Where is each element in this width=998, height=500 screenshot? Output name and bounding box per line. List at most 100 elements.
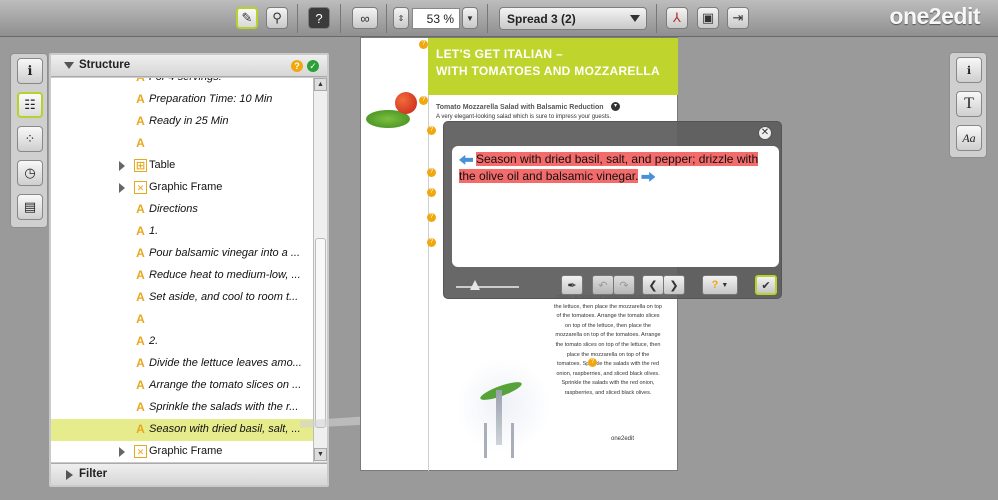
redo-button[interactable]: ↷ xyxy=(613,275,635,295)
tree-graphic-frame-item[interactable]: ✕ Graphic Frame xyxy=(51,441,313,462)
table-icon: ⊞ xyxy=(134,159,147,172)
chevron-down-icon: ▼ xyxy=(466,13,474,23)
zoom-dropdown[interactable]: ▼ xyxy=(462,7,478,29)
help-marker-icon[interactable]: ? xyxy=(427,168,436,177)
next-text-arrow-icon[interactable] xyxy=(641,171,656,182)
help-marker-icon[interactable]: ? xyxy=(427,126,436,135)
tree-text-item[interactable]: A 2. xyxy=(51,331,313,353)
tree-item-label: 2. xyxy=(149,335,159,347)
tree-text-item[interactable]: AFor 4 servings: xyxy=(51,78,313,89)
size-slider-track[interactable] xyxy=(456,286,519,288)
save-button[interactable]: ▣ xyxy=(697,7,719,29)
tree-text-item[interactable]: A Reduce heat to medium-low, ... xyxy=(51,265,313,287)
tomato-image xyxy=(395,92,417,114)
stepper-icon: ⇕ xyxy=(397,13,405,23)
pdf-export-button[interactable]: ⅄ xyxy=(666,7,688,29)
chevron-down-icon: ▼ xyxy=(721,281,729,289)
text-frame-icon: A xyxy=(136,422,145,436)
tree-text-item[interactable]: A xyxy=(51,133,313,155)
binoculars-icon: ∞ xyxy=(360,10,370,26)
tree-item-label: Graphic Frame xyxy=(149,181,223,193)
banner-line1: LET'S GET ITALIAN – xyxy=(436,47,564,61)
help-marker-icon[interactable]: ? xyxy=(427,238,436,247)
dropdown-marker-icon[interactable]: ▾ xyxy=(611,102,620,111)
close-button[interactable]: ✕ xyxy=(758,126,772,140)
tree-text-item[interactable]: A Directions xyxy=(51,199,313,221)
recipe-subtitle[interactable]: A very elegant-looking salad which is su… xyxy=(436,114,611,120)
expand-triangle-icon[interactable] xyxy=(119,447,125,457)
previous-text-arrow-icon[interactable] xyxy=(459,154,473,165)
search-button[interactable]: ⚲ xyxy=(266,7,288,29)
help-button[interactable]: ? xyxy=(308,7,330,29)
font-style-button[interactable]: Aa xyxy=(956,125,982,151)
tree-text-item[interactable]: A Season with dried basil, salt, ... xyxy=(51,419,313,441)
text-frame-icon: A xyxy=(136,334,145,348)
right-tool-strip: ℹ T Aa xyxy=(949,52,987,158)
help-dropdown-button[interactable]: ? ▼ xyxy=(702,275,738,295)
tree-text-item[interactable]: A Preparation Time: 10 Min xyxy=(51,89,313,111)
help-marker-icon[interactable]: ? xyxy=(419,40,428,49)
scroll-thumb[interactable] xyxy=(315,238,326,428)
expand-triangle-icon[interactable] xyxy=(119,161,125,171)
help-marker-icon[interactable]: ? xyxy=(588,358,597,367)
structure-header[interactable]: Structure ? ✓ xyxy=(51,55,327,77)
text-frame-icon: A xyxy=(134,78,147,84)
zoom-input[interactable]: 53 % xyxy=(412,8,460,29)
page-banner[interactable]: LET'S GET ITALIAN – WITH TOMATOES AND MO… xyxy=(428,38,678,95)
help-icon: ? xyxy=(315,10,323,26)
undo-button[interactable]: ↶ xyxy=(592,275,614,295)
zoom-stepper[interactable]: ⇕ xyxy=(393,7,409,29)
tree-text-item[interactable]: A xyxy=(51,309,313,331)
tree-text-item[interactable]: A Set aside, and cool to room t... xyxy=(51,287,313,309)
text-editor-area[interactable]: Season with dried basil, salt, and peppe… xyxy=(452,146,779,267)
tree-text-item[interactable]: A Pour balsamic vinegar into a ... xyxy=(51,243,313,265)
directions-column[interactable]: plates. Arrange the tomato slices on top… xyxy=(554,293,662,399)
tree-item-label: Ready in 25 Min xyxy=(149,115,229,127)
spread-select-label: Spread 3 (2) xyxy=(507,12,576,26)
expand-triangle-icon[interactable] xyxy=(119,183,125,193)
help-marker-icon[interactable]: ? xyxy=(427,213,436,222)
editor-text[interactable]: Season with dried basil, salt, and peppe… xyxy=(459,152,759,183)
confirm-button[interactable]: ✔ xyxy=(755,275,777,295)
editor-content[interactable]: Season with dried basil, salt, and peppe… xyxy=(459,151,769,185)
size-slider-knob[interactable] xyxy=(470,280,480,290)
edit-pencil-button[interactable]: ✎ xyxy=(236,7,258,29)
text-tool-button[interactable]: T xyxy=(956,91,982,117)
eyedropper-button[interactable]: ✒ xyxy=(561,275,583,295)
text-frame-icon: A xyxy=(136,290,145,304)
help-marker-icon[interactable]: ? xyxy=(427,188,436,197)
tree-text-item[interactable]: A Ready in 25 Min xyxy=(51,111,313,133)
history-button[interactable]: ◷ xyxy=(17,160,43,186)
tree-text-item[interactable]: A Sprinkle the salads with the r... xyxy=(51,397,313,419)
next-button[interactable]: ❯ xyxy=(663,275,685,295)
filter-header[interactable]: Filter xyxy=(51,463,327,485)
scroll-down-arrow[interactable]: ▼ xyxy=(314,448,327,461)
structure-button[interactable]: ☷ xyxy=(17,92,43,118)
tree-text-item[interactable]: A Arrange the tomato slices on ... xyxy=(51,375,313,397)
collapse-triangle-icon xyxy=(64,62,74,69)
left-tool-strip: ℹ ☷ ⁘ ◷ ▤ xyxy=(10,53,48,228)
pdf-icon: ⅄ xyxy=(673,10,681,25)
tree-graphic-frame-item[interactable]: ✕ Graphic Frame xyxy=(51,177,313,199)
layout-button[interactable]: ⁘ xyxy=(17,126,43,152)
recipe-title[interactable]: Tomato Mozzarella Salad with Balsamic Re… xyxy=(436,104,604,111)
tree-table-item[interactable]: ⊞ Table xyxy=(51,155,313,177)
binoculars-button[interactable]: ∞ xyxy=(352,7,378,29)
scroll-up-arrow[interactable]: ▲ xyxy=(314,78,327,91)
tree-text-item[interactable]: A Divide the lettuce leaves amo... xyxy=(51,353,313,375)
text-frame-info-button[interactable]: ℹ xyxy=(956,57,982,83)
info-button[interactable]: ℹ xyxy=(17,58,43,84)
text-editor-popup: ✕ Season with dried basil, salt, and pep… xyxy=(443,121,782,299)
comment-icon: ▤ xyxy=(23,199,37,214)
exit-button[interactable]: ⇥ xyxy=(727,7,749,29)
spread-select[interactable]: Spread 3 (2) xyxy=(499,7,647,30)
comments-button[interactable]: ▤ xyxy=(17,194,43,220)
eyedropper-icon: ✒ xyxy=(567,279,577,292)
previous-button[interactable]: ❮ xyxy=(642,275,664,295)
fork-tines xyxy=(484,423,514,458)
structure-title: Structure xyxy=(79,59,131,71)
tree-text-item[interactable]: A 1. xyxy=(51,221,313,243)
tree-scrollbar[interactable]: ▲ ▼ xyxy=(313,78,327,462)
help-marker-icon[interactable]: ? xyxy=(419,96,428,105)
text-frame-icon: A xyxy=(136,400,145,414)
